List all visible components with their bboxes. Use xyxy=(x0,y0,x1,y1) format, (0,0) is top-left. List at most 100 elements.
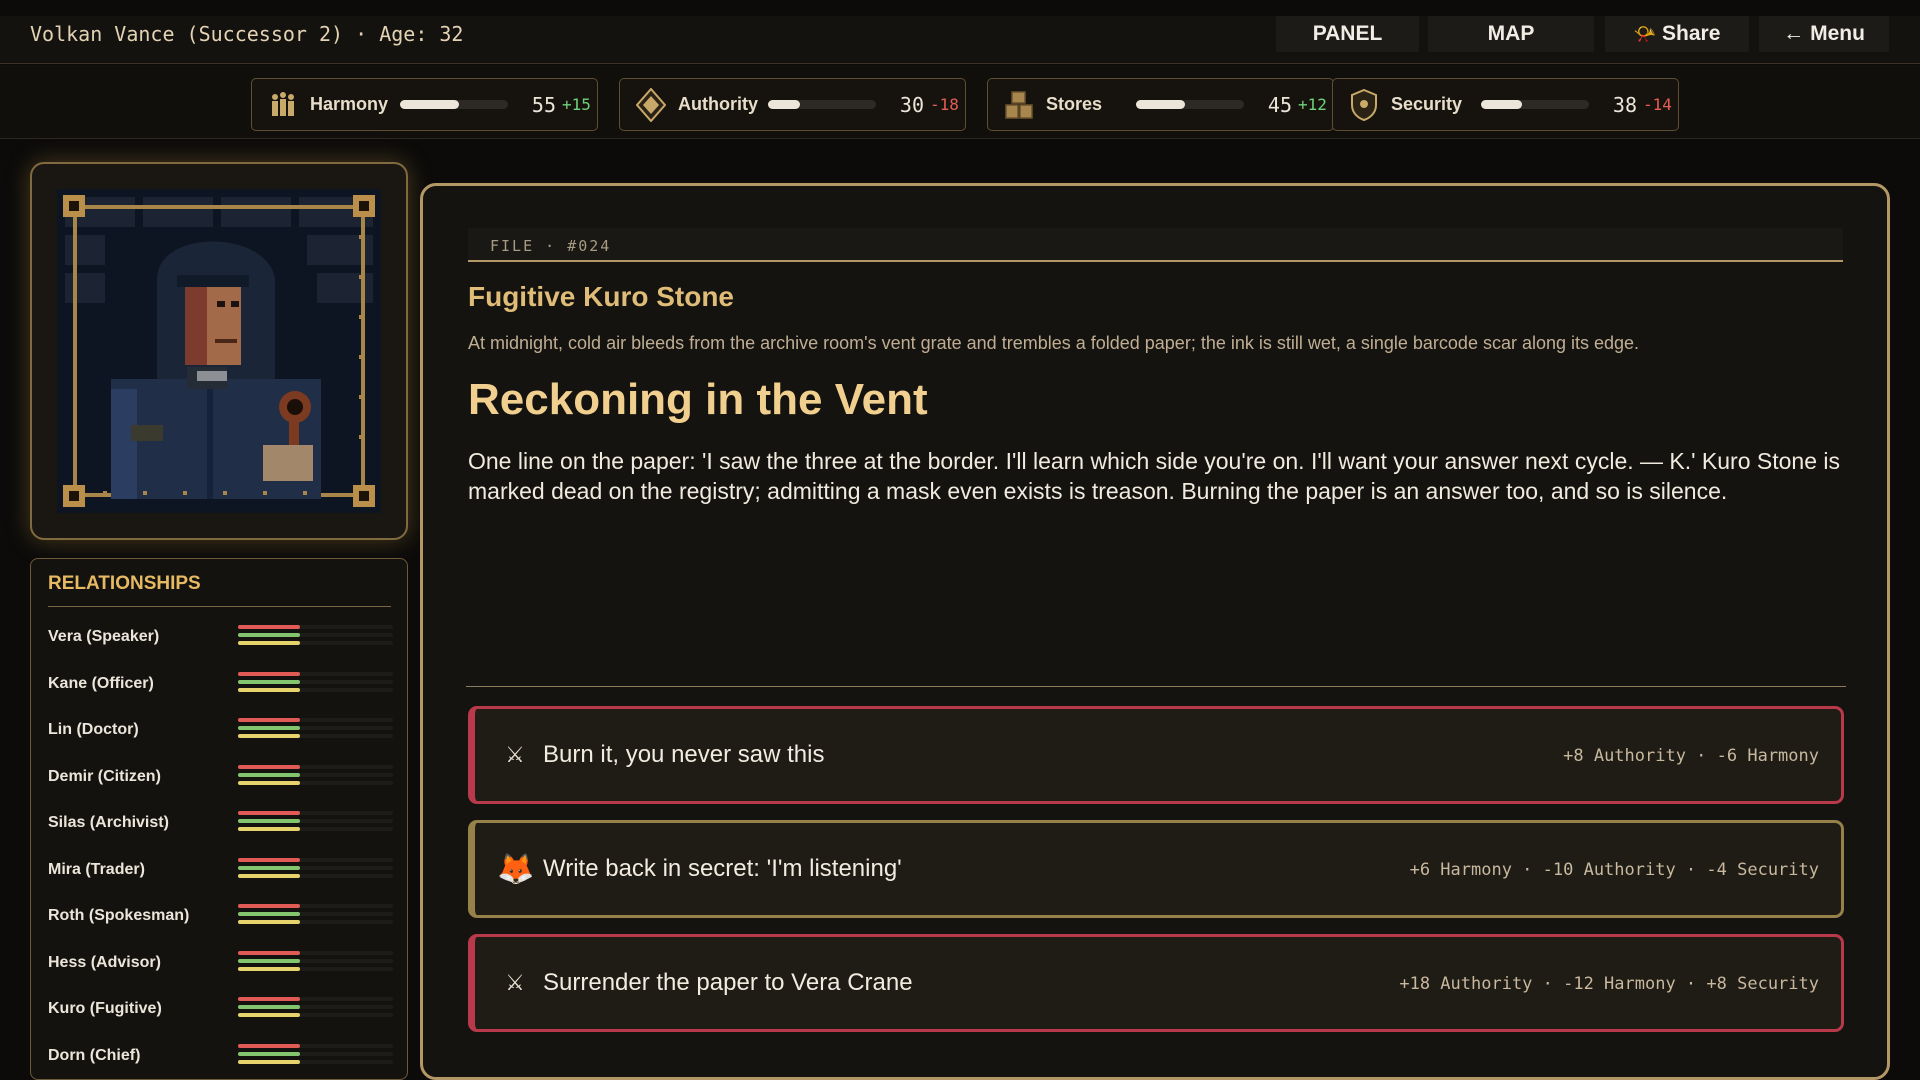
stat-bar-fill xyxy=(1136,100,1185,109)
relationship-bar xyxy=(238,827,300,831)
choice-effects: +6 Harmony · -10 Authority · -4 Security xyxy=(1409,860,1819,880)
relationship-bar xyxy=(238,865,300,870)
relationship-name: Mira (Trader) xyxy=(48,860,145,878)
panel-button[interactable]: PANEL xyxy=(1276,16,1419,52)
relationship-bar xyxy=(238,772,300,777)
stat-delta: -18 xyxy=(930,95,959,114)
relationship-bar xyxy=(238,1005,300,1009)
relationship-row[interactable]: Kuro (Fugitive) xyxy=(48,993,393,1023)
menu-button[interactable]: ← Menu xyxy=(1759,16,1889,52)
relationship-bars xyxy=(238,947,393,977)
choice-effects: +8 Authority · -6 Harmony xyxy=(1563,746,1819,766)
share-button[interactable]: 📯 Share xyxy=(1605,16,1749,52)
stat-label: Security xyxy=(1391,94,1463,114)
relationship-bar xyxy=(238,950,300,955)
relationship-bars xyxy=(238,993,393,1023)
relationship-name: Silas (Archivist) xyxy=(48,814,169,831)
stat-value: 45 xyxy=(1267,92,1292,117)
stat-value: 38 xyxy=(1612,92,1637,117)
choice-write-back[interactable]: 🦊 Write back in secret: 'I'm listening' … xyxy=(468,820,1844,918)
map-button[interactable]: MAP xyxy=(1428,16,1594,52)
relationship-bar xyxy=(238,718,300,722)
shield-icon xyxy=(1349,88,1379,122)
relationship-bar xyxy=(238,873,300,878)
stat-bar-fill xyxy=(400,100,460,109)
relationships-panel: RELATIONSHIPS Vera (Speaker) Kane (Office… xyxy=(30,558,408,1080)
relationship-row[interactable]: Hess (Advisor) xyxy=(48,947,393,977)
relationship-bar xyxy=(238,764,300,769)
choice-text: Write back in secret: 'I'm listening' xyxy=(543,855,902,882)
relationship-row[interactable]: Kane (Officer) xyxy=(48,668,393,698)
event-body: One line on the paper: 'I saw the three … xyxy=(468,448,1841,504)
choice-effects: +18 Authority · -12 Harmony · +8 Securit… xyxy=(1399,974,1819,994)
relationship-name: Kane (Officer) xyxy=(48,674,154,692)
relationship-bar xyxy=(238,857,300,862)
choice-burn[interactable]: ⚔ Burn it, you never saw this +8 Authori… xyxy=(468,706,1844,804)
fox-icon: 🦊 xyxy=(497,852,535,886)
stat-delta: -14 xyxy=(1643,95,1672,114)
stat-stores: Stores 45 +12 xyxy=(987,78,1334,131)
relationship-name: Vera (Speaker) xyxy=(48,628,160,645)
relationship-bars xyxy=(238,621,393,651)
stat-value: 55 xyxy=(531,92,556,117)
relationship-row[interactable]: Vera (Speaker) xyxy=(48,621,393,651)
relationship-name: Kuro (Fugitive) xyxy=(48,1000,162,1017)
stat-bar xyxy=(1136,100,1244,109)
relationship-bar xyxy=(238,1013,300,1017)
ruler-title: Volkan Vance (Successor 2) · Age: 32 xyxy=(30,22,464,46)
crates-icon xyxy=(1004,88,1034,122)
menu-button-label: Menu xyxy=(1810,22,1865,45)
relationship-bars xyxy=(238,1040,393,1070)
relationship-bars xyxy=(238,807,393,837)
file-label: FILE · #024 xyxy=(490,237,612,255)
relationship-bars xyxy=(238,761,393,791)
relationship-bar xyxy=(238,819,300,823)
stat-label: Stores xyxy=(1046,94,1103,114)
event-heading: Reckoning in the Vent xyxy=(468,375,928,424)
relationship-name: Dorn (Chief) xyxy=(48,1046,141,1064)
relationship-row[interactable]: Demir (Citizen) xyxy=(48,761,393,791)
relationship-bars xyxy=(238,900,393,930)
share-button-label: Share xyxy=(1662,22,1721,45)
panel-button-label: PANEL xyxy=(1312,22,1383,45)
relationship-name: Roth (Spokesman) xyxy=(48,907,190,924)
relationship-bars xyxy=(238,854,393,884)
relationship-row[interactable]: Lin (Doctor) xyxy=(48,714,393,744)
relationship-bar xyxy=(238,625,300,629)
relationship-bar xyxy=(238,679,300,684)
stat-harmony: Harmony 55 +15 xyxy=(251,78,598,131)
stat-bar-fill xyxy=(1481,100,1523,109)
horn-icon: 📯 xyxy=(1633,23,1657,44)
relationship-name: Hess (Advisor) xyxy=(48,953,161,971)
relationship-bar xyxy=(238,966,300,971)
relationship-row[interactable]: Roth (Spokesman) xyxy=(48,900,393,930)
stat-security: Security 38 -14 xyxy=(1332,78,1679,131)
relationship-name: Lin (Doctor) xyxy=(48,721,139,738)
event-subtitle: Fugitive Kuro Stone xyxy=(468,281,734,312)
crossed-swords-icon: ⚔ xyxy=(505,970,525,995)
relationship-bar xyxy=(238,920,300,924)
map-button-label: MAP xyxy=(1487,22,1535,45)
divider xyxy=(466,686,1846,687)
stat-label: Harmony xyxy=(310,94,389,114)
back-arrow-icon: ← xyxy=(1783,22,1805,45)
divider xyxy=(48,606,391,607)
choice-surrender[interactable]: ⚔ Surrender the paper to Vera Crane +18 … xyxy=(468,934,1844,1032)
event-card: FILE · #024 Fugitive Kuro Stone At midni… xyxy=(420,183,1890,1080)
relationship-bar xyxy=(238,811,300,815)
relationship-bar xyxy=(238,780,300,785)
choice-text: Burn it, you never saw this xyxy=(543,741,825,768)
relationship-bar xyxy=(238,734,300,738)
relationship-row[interactable]: Silas (Archivist) xyxy=(48,807,393,837)
relationship-bar xyxy=(238,1059,300,1064)
relationship-name: Demir (Citizen) xyxy=(48,767,161,785)
relationship-bar xyxy=(238,912,300,916)
stat-label: Authority xyxy=(678,94,758,114)
event-description: At midnight, cold air bleeds from the ar… xyxy=(468,333,1640,353)
stat-bar xyxy=(768,100,876,109)
relationship-row[interactable]: Dorn (Chief) xyxy=(48,1040,393,1070)
relationship-row[interactable]: Mira (Trader) xyxy=(48,854,393,884)
stats-bar: Harmony 55 +15 Authority 30 -18 Stores 4… xyxy=(0,65,1920,139)
stat-bar-fill xyxy=(768,100,801,109)
portrait-image xyxy=(57,189,381,513)
